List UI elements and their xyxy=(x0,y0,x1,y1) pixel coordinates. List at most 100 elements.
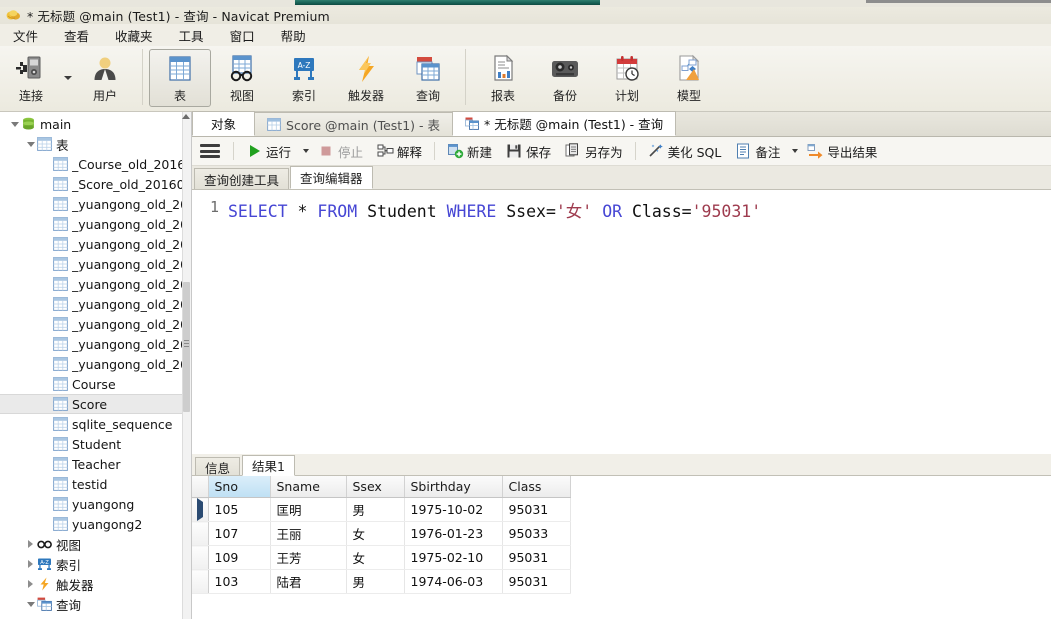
tree-item[interactable]: yuangong xyxy=(0,494,191,514)
result-tab-result1[interactable]: 结果1 xyxy=(242,455,295,476)
hamburger-menu-icon[interactable] xyxy=(200,143,220,159)
grid-cell[interactable]: 95031 xyxy=(502,497,571,522)
export-result-button[interactable]: 导出结果 xyxy=(801,139,883,163)
grid-cell[interactable]: 男 xyxy=(346,497,405,522)
grid-cell[interactable]: 103 xyxy=(208,569,271,594)
toolbar-button-report[interactable]: 报表 xyxy=(472,49,534,107)
tree-item[interactable]: _yuangong_old_20 xyxy=(0,194,191,214)
tree-item[interactable]: testid xyxy=(0,474,191,494)
toolbar-button-connection[interactable]: 连接 xyxy=(0,49,62,107)
result-grid[interactable]: Sno Sname Ssex Sbirthday Class 105 匡明男 1975-10-… xyxy=(192,476,571,594)
save-as-button[interactable]: 另存为 xyxy=(559,139,629,163)
tab-untitled-query[interactable]: * 无标题 @main (Test1) - 查询 xyxy=(451,111,677,136)
tree-item[interactable]: Student xyxy=(0,434,191,454)
grid-cell[interactable]: 女 xyxy=(346,521,405,546)
tree-item[interactable]: Score xyxy=(0,394,191,414)
grid-column-header[interactable]: Sname xyxy=(270,476,347,498)
grid-cell[interactable]: 95031 xyxy=(502,545,571,570)
sql-code-text[interactable]: SELECT * FROM Student WHERE Ssex='女' OR … xyxy=(228,198,761,222)
menu-help[interactable]: 帮助 xyxy=(268,24,319,47)
toolbar-button-view[interactable]: 视图 xyxy=(211,49,273,107)
grid-cell[interactable]: 1974-06-03 xyxy=(404,569,503,594)
table-row[interactable]: 109 王芳女 1975-02-10 95031 xyxy=(192,545,571,570)
result-tab-info[interactable]: 信息 xyxy=(195,457,241,476)
grid-cell[interactable]: 男 xyxy=(346,569,405,594)
tree-item[interactable]: main xyxy=(0,114,191,134)
grid-cell[interactable]: 95031 xyxy=(502,569,571,594)
chevron-down-icon[interactable] xyxy=(24,594,37,614)
toolbar-button-backup[interactable]: 备份 xyxy=(534,49,596,107)
tree-item[interactable]: Teacher xyxy=(0,454,191,474)
table-row[interactable]: 105 匡明男 1975-10-02 95031 xyxy=(192,497,571,522)
save-button[interactable]: 保存 xyxy=(500,139,557,163)
result-grid-container[interactable]: Sno Sname Ssex Sbirthday Class 105 匡明男 1975-10-… xyxy=(192,475,1051,619)
tree-item[interactable]: _Course_old_2016 xyxy=(0,154,191,174)
current-row-indicator[interactable] xyxy=(192,497,209,522)
menu-favorites[interactable]: 收藏夹 xyxy=(102,24,166,47)
tree-item[interactable]: A-Z 索引 xyxy=(0,554,191,574)
toolbar-button-schedule[interactable]: 计划 xyxy=(596,49,658,107)
toolbar-button-model[interactable]: 模型 xyxy=(658,49,720,107)
new-button[interactable]: 新建 xyxy=(441,139,498,163)
grid-cell[interactable]: 107 xyxy=(208,521,271,546)
tree-item[interactable]: _yuangong_old_20 xyxy=(0,334,191,354)
chevron-right-icon[interactable] xyxy=(24,554,37,574)
tree-item[interactable]: _yuangong_old_20 xyxy=(0,274,191,294)
row-header-cell[interactable] xyxy=(192,521,209,546)
grid-column-header[interactable]: Sbirthday xyxy=(404,476,503,498)
subtab-query-builder[interactable]: 查询创建工具 xyxy=(194,168,290,189)
tree-item[interactable]: sqlite_sequence xyxy=(0,414,191,434)
grid-cell[interactable]: 95033 xyxy=(502,521,571,546)
grid-cell[interactable]: 1975-02-10 xyxy=(404,545,503,570)
run-button[interactable]: 运行 xyxy=(240,139,297,163)
toolbar-button-index[interactable]: A-Z 索引 xyxy=(273,49,335,107)
toolbar-button-query[interactable]: 查询 xyxy=(397,49,459,107)
tree-item[interactable]: 视图 xyxy=(0,534,191,554)
scroll-up-arrow-icon[interactable] xyxy=(182,114,190,119)
row-header-cell[interactable] xyxy=(192,569,209,594)
grid-cell[interactable]: 陆君 xyxy=(270,569,347,594)
note-button[interactable]: 备注 xyxy=(729,139,786,163)
table-row[interactable]: 107 王丽女 1976-01-23 95033 xyxy=(192,521,571,546)
menu-window[interactable]: 窗口 xyxy=(217,24,268,47)
toolbar-button-table[interactable]: 表 xyxy=(149,49,211,107)
grid-column-header[interactable]: Sno xyxy=(208,476,271,498)
tree-item[interactable]: 表 xyxy=(0,134,191,154)
note-dropdown-arrow-icon[interactable] xyxy=(792,149,799,153)
table-row[interactable]: 103 陆君男 1974-06-03 95031 xyxy=(192,569,571,594)
tree-item[interactable]: _yuangong_old_20 xyxy=(0,234,191,254)
chevron-right-icon[interactable] xyxy=(24,534,37,554)
object-tree-sidebar[interactable]: main 表 _Course_old_2016 _Score_old_20160 _yu… xyxy=(0,112,192,619)
scrollbar-thumb[interactable] xyxy=(183,282,190,412)
beautify-sql-button[interactable]: 美化 SQL xyxy=(642,139,728,163)
grid-cell[interactable]: 匡明 xyxy=(270,497,347,522)
grid-cell[interactable]: 1976-01-23 xyxy=(404,521,503,546)
tree-item[interactable]: Course xyxy=(0,374,191,394)
grid-column-header[interactable]: Ssex xyxy=(346,476,405,498)
explain-button[interactable]: 解释 xyxy=(371,139,428,163)
tab-objects[interactable]: 对象 xyxy=(192,111,256,136)
run-dropdown-arrow-icon[interactable] xyxy=(303,149,310,153)
tree-item[interactable]: _yuangong_old_20 xyxy=(0,214,191,234)
chevron-right-icon[interactable] xyxy=(24,574,37,594)
grid-cell[interactable]: 105 xyxy=(208,497,271,522)
tree-item[interactable]: 查询 xyxy=(0,594,191,614)
tree-item[interactable]: _yuangong_old_20 xyxy=(0,314,191,334)
tree-item[interactable]: _yuangong_old_20 xyxy=(0,354,191,374)
tab-score-table[interactable]: Score @main (Test1) - 表 xyxy=(254,112,453,136)
grid-cell[interactable]: 王丽 xyxy=(270,521,347,546)
sidebar-scrollbar[interactable] xyxy=(182,112,191,619)
tree-item[interactable]: yuangong2 xyxy=(0,514,191,534)
connection-dropdown-arrow[interactable] xyxy=(62,49,74,107)
grid-cell[interactable]: 109 xyxy=(208,545,271,570)
toolbar-button-trigger[interactable]: 触发器 xyxy=(335,49,397,107)
tree-item[interactable]: _Score_old_20160 xyxy=(0,174,191,194)
grid-column-header[interactable]: Class xyxy=(502,476,571,498)
menu-tools[interactable]: 工具 xyxy=(166,24,217,47)
grid-cell[interactable]: 王芳 xyxy=(270,545,347,570)
chevron-down-icon[interactable] xyxy=(8,114,21,134)
toolbar-button-user[interactable]: 用户 xyxy=(74,49,136,107)
subtab-query-editor[interactable]: 查询编辑器 xyxy=(290,166,373,189)
grid-cell[interactable]: 1975-10-02 xyxy=(404,497,503,522)
sql-editor[interactable]: 1 SELECT * FROM Student WHERE Ssex='女' O… xyxy=(192,190,1051,454)
